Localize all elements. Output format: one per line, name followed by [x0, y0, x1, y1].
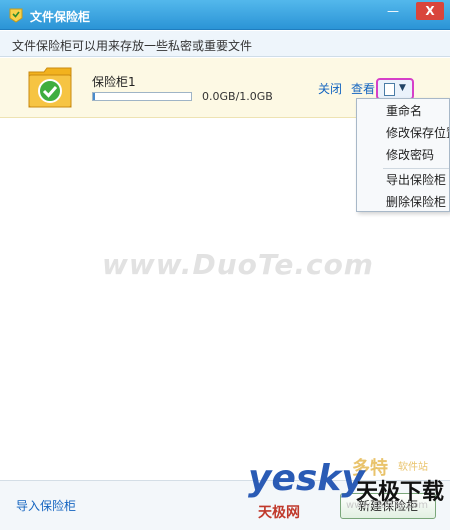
vault-size: 0.0GB/1.0GB	[202, 90, 273, 103]
tianji-logo-sub: 天极网	[258, 505, 300, 521]
menu-item-change-password[interactable]: 修改密码	[357, 144, 449, 166]
menu-item-rename[interactable]: 重命名	[357, 100, 449, 122]
minimize-button[interactable]: —	[382, 2, 404, 20]
storage-progress-fill	[93, 93, 95, 100]
yesky-logo: yesky	[248, 458, 365, 499]
vault-close-link[interactable]: 关闭	[318, 80, 342, 97]
document-icon	[384, 83, 395, 96]
watermark-text: www.DuoTe.com	[102, 248, 374, 281]
menu-item-export[interactable]: 导出保险柜	[357, 169, 449, 191]
title-bar: 文件保险柜 — X	[0, 0, 450, 30]
duote-logo-url: www.DuoTe.com	[346, 500, 429, 511]
vault-more-button[interactable]: ▼	[376, 78, 414, 100]
folder-check-icon	[28, 67, 72, 108]
import-vault-link[interactable]: 导入保险柜	[16, 497, 76, 514]
description-text: 文件保险柜可以用来存放一些私密或重要文件	[12, 39, 253, 53]
vault-name: 保险柜1	[92, 75, 136, 89]
chevron-down-icon: ▼	[399, 83, 406, 93]
menu-item-delete[interactable]: 删除保险柜	[357, 191, 449, 211]
description-bar: 文件保险柜可以用来存放一些私密或重要文件	[0, 31, 450, 57]
vault-context-menu: 重命名 修改保存位置 修改密码 导出保险柜 删除保险柜	[356, 98, 450, 212]
vault-app-icon	[9, 8, 23, 23]
window-title: 文件保险柜	[30, 10, 91, 24]
storage-progress-bar	[92, 92, 192, 101]
vault-view-link[interactable]: 查看	[351, 80, 375, 97]
duote-logo-sub: 软件站	[398, 462, 428, 473]
window-close-button[interactable]: X	[416, 2, 444, 20]
menu-item-change-location[interactable]: 修改保存位置	[357, 122, 449, 144]
